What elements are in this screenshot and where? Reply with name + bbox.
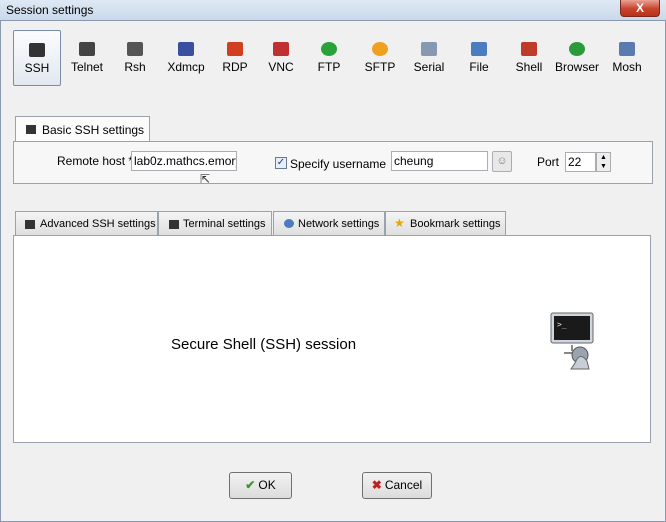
specify-username-label: Specify username (290, 157, 387, 171)
protocol-ssh-button[interactable]: SSH (13, 30, 61, 86)
remote-host-input[interactable]: lab0z.mathcs.emory (131, 151, 237, 171)
tab-advanced-ssh-settings[interactable]: Advanced SSH settings (15, 211, 158, 236)
user-settings-button[interactable]: ☺ (492, 151, 512, 172)
protocol-mosh-button[interactable]: Mosh (606, 30, 648, 86)
protocol-ftp-button[interactable]: FTP (308, 30, 350, 86)
protocol-label: Browser (554, 60, 599, 74)
ok-label: OK (258, 478, 276, 492)
protocol-label: File (469, 60, 489, 74)
port-stepper[interactable]: ▲ ▼ (596, 152, 611, 172)
ssh-icon (29, 43, 45, 57)
protocol-vnc-button[interactable]: VNC (259, 30, 303, 86)
xdmcp-icon (178, 42, 194, 56)
title-bar: Session settings X (0, 0, 666, 21)
svg-text:>_: >_ (557, 320, 567, 329)
specify-username-checkbox[interactable]: ✓ (275, 157, 287, 169)
protocol-label: Mosh (612, 60, 642, 74)
ssh-monitor-icon: >_ (550, 312, 594, 370)
protocol-rsh-button[interactable]: Rsh (113, 30, 157, 86)
serial-icon (421, 42, 437, 56)
window-title: Session settings (6, 3, 94, 17)
protocol-label: Telnet (70, 60, 104, 74)
protocol-file-button[interactable]: File (458, 30, 500, 86)
tab-label: Bookmark settings (410, 218, 501, 230)
star-icon: ★ (394, 216, 405, 230)
tab-network-settings[interactable]: Network settings (273, 211, 385, 236)
ftp-icon (321, 42, 337, 56)
network-icon (284, 219, 294, 228)
tab-bookmark-settings[interactable]: ★ Bookmark settings (385, 211, 506, 236)
close-button[interactable]: X (620, 0, 660, 17)
file-icon (471, 42, 487, 56)
cancel-button[interactable]: ✖ Cancel (362, 472, 432, 499)
check-icon: ✔ (245, 478, 256, 492)
basic-ssh-settings-tab[interactable]: Basic SSH settings (15, 116, 150, 142)
protocol-label: SSH (24, 61, 50, 75)
cancel-icon: ✖ (371, 478, 382, 492)
advanced-ssh-icon (25, 220, 35, 229)
port-label: Port (537, 155, 560, 169)
protocol-label: Rsh (124, 60, 146, 74)
protocol-label: VNC (268, 60, 294, 74)
user-icon: ☺ (496, 155, 508, 167)
protocol-label: SFTP (364, 60, 396, 74)
protocol-telnet-button[interactable]: Telnet (64, 30, 110, 86)
vnc-icon (273, 42, 289, 56)
terminal-icon (169, 220, 179, 229)
username-input[interactable]: cheung (391, 151, 488, 171)
protocol-sftp-button[interactable]: SFTP (358, 30, 402, 86)
tab-label: Terminal settings (183, 218, 266, 230)
protocol-toolbar: SSH Telnet Rsh Xdmcp RDP VNC FTP SFTP Se… (10, 30, 656, 86)
cancel-label: Cancel (384, 478, 423, 492)
shell-icon (521, 42, 537, 56)
protocol-label: RDP (222, 60, 248, 74)
protocol-label: Serial (413, 60, 445, 74)
ok-button[interactable]: ✔ OK (229, 472, 292, 499)
sftp-icon (372, 42, 388, 56)
protocol-rdp-button[interactable]: RDP (214, 30, 256, 86)
tab-terminal-settings[interactable]: Terminal settings (158, 211, 272, 236)
protocol-browser-button[interactable]: Browser (552, 30, 602, 86)
protocol-label: Shell (515, 60, 543, 74)
session-description: Secure Shell (SSH) session (171, 336, 357, 353)
protocol-shell-button[interactable]: Shell (507, 30, 551, 86)
browser-icon (569, 42, 585, 56)
remote-host-label: Remote host * (57, 154, 134, 168)
spin-down-icon[interactable]: ▼ (597, 162, 610, 171)
protocol-label: Xdmcp (167, 60, 205, 74)
mouse-cursor-icon: ⇱ (200, 172, 211, 186)
basic-ssh-settings-label: Basic SSH settings (42, 123, 145, 137)
protocol-xdmcp-button[interactable]: Xdmcp (160, 30, 212, 86)
protocol-serial-button[interactable]: Serial (406, 30, 452, 86)
tab-label: Network settings (298, 218, 380, 230)
ssh-icon (26, 125, 36, 134)
spin-up-icon[interactable]: ▲ (597, 153, 610, 162)
telnet-icon (79, 42, 95, 56)
mosh-icon (619, 42, 635, 56)
port-input[interactable]: 22 (565, 152, 596, 172)
rsh-icon (127, 42, 143, 56)
tab-label: Advanced SSH settings (40, 218, 156, 230)
rdp-icon (227, 42, 243, 56)
protocol-label: FTP (317, 60, 341, 74)
